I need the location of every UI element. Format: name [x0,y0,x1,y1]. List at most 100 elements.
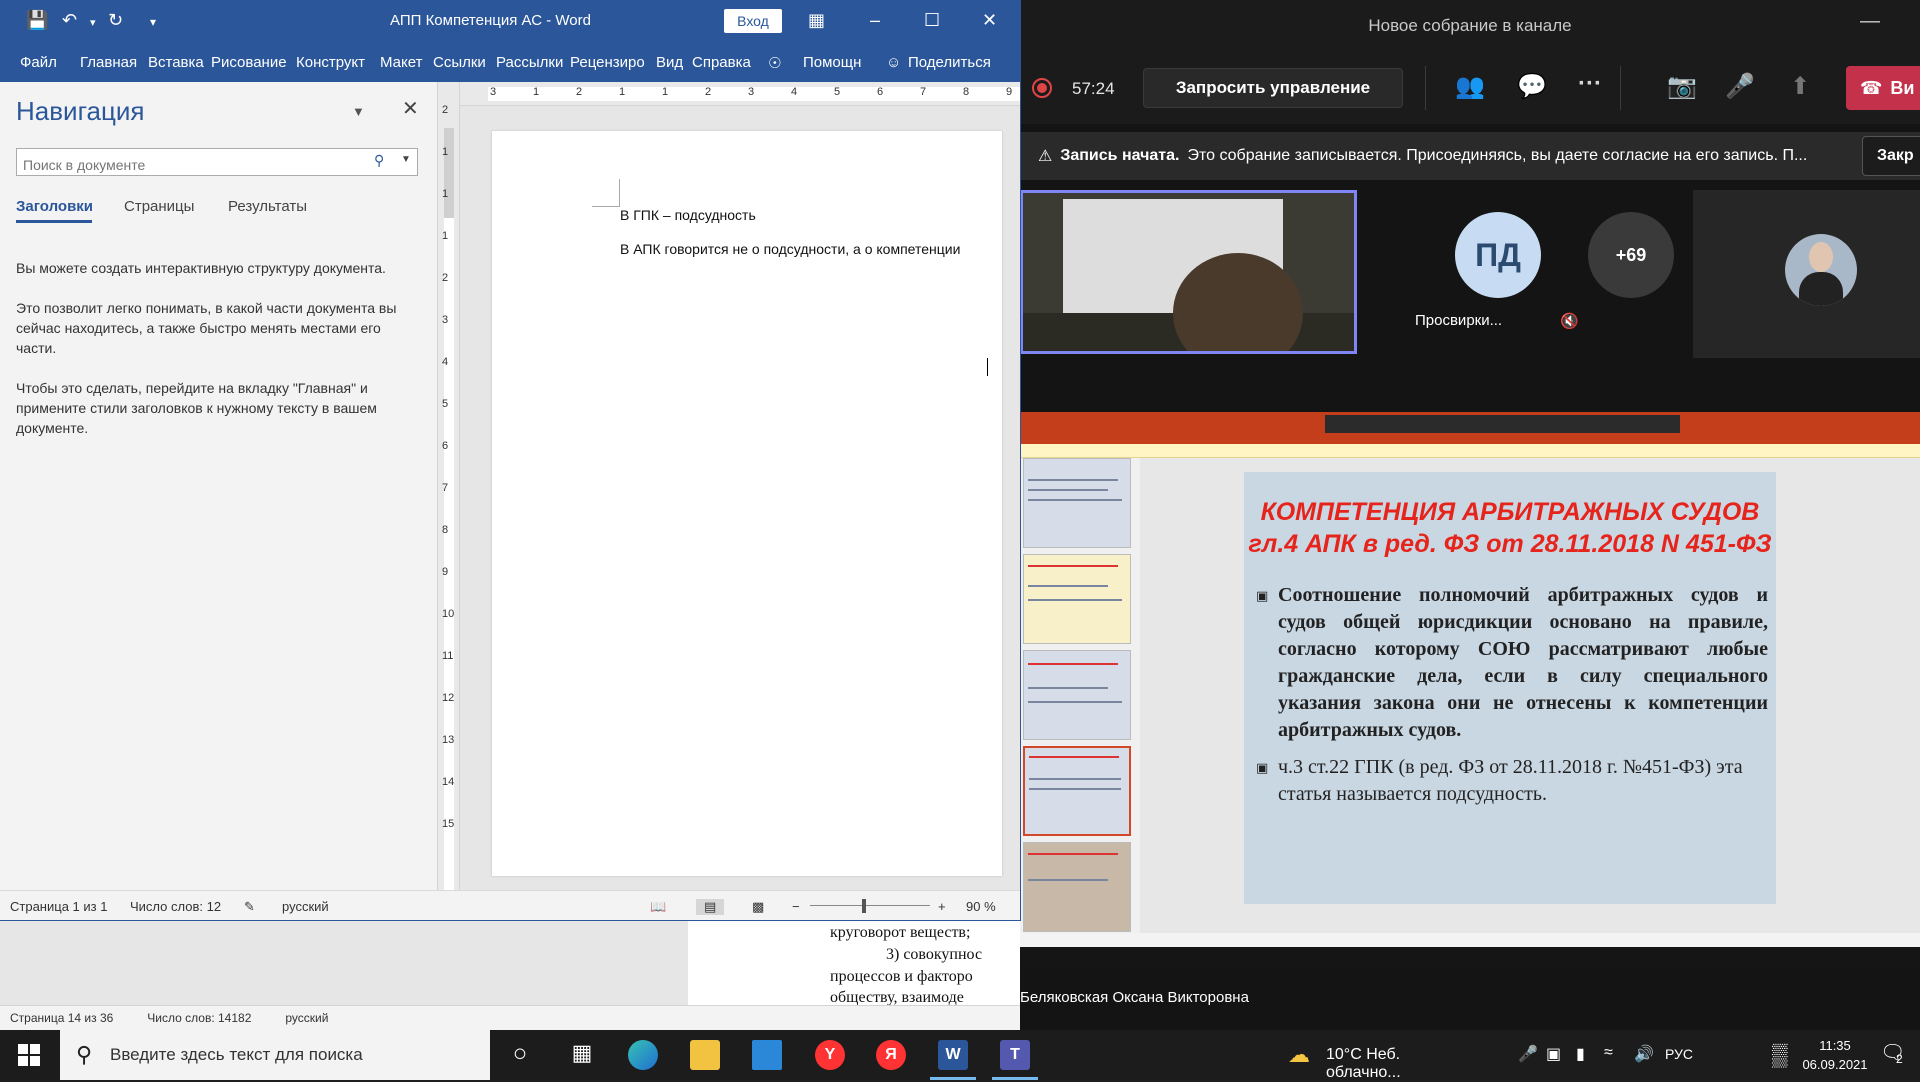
tab-headings[interactable]: Заголовки [16,198,93,215]
participant-video-tile[interactable] [1020,190,1357,354]
tab-insert[interactable]: Вставка [148,54,204,71]
tab-help[interactable]: Справка [692,54,751,71]
close-banner-button[interactable]: Закр [1862,136,1920,176]
ruler-tick-label: 1 [442,188,449,200]
meet-icon[interactable]: ▒ [1772,1042,1788,1068]
search-icon[interactable]: ⚲ [374,152,384,169]
ruler-tick-label: 2 [442,104,449,116]
request-control-button[interactable]: Запросить управление [1143,68,1403,108]
zoom-level[interactable]: 90 % [966,899,996,914]
ribbon-display-icon[interactable]: ▦ [808,10,825,31]
teams-title-bar: Новое собрание в канале — [1020,0,1920,52]
battery-icon[interactable]: ▮ [1576,1044,1585,1064]
zoom-in-icon[interactable]: + [938,899,946,914]
close-icon[interactable]: ✕ [982,10,997,31]
mail-icon[interactable] [752,1040,782,1070]
edge-icon[interactable] [628,1040,658,1070]
ruler-tick-label: 8 [442,524,449,536]
tab-review[interactable]: Рецензиро [570,54,645,71]
tab-pages[interactable]: Страницы [124,198,194,215]
signin-button[interactable]: Вход [724,9,782,33]
proofing-icon[interactable]: ✎ [244,899,255,915]
close-icon[interactable]: ✕ [402,96,419,121]
document-title: АПП Компетенция АС - Word [390,12,591,29]
more-participants-button[interactable]: +69 [1588,212,1674,298]
tab-layout[interactable]: Макет [380,54,422,71]
undo-icon[interactable]: ↶ [62,10,77,31]
customize-icon[interactable]: ▾ [150,15,156,29]
status-page[interactable]: Страница 1 из 1 [10,899,107,914]
tab-file[interactable]: Файл [20,54,57,71]
status-language[interactable]: русский [282,899,329,914]
taskbar-search[interactable]: ⚲ Введите здесь текст для поиска [60,1030,490,1080]
status-words[interactable]: Число слов: 12 [130,899,221,914]
windows-start-icon[interactable] [18,1044,40,1066]
yandex-browser-icon[interactable]: Y [815,1040,845,1070]
explorer-icon[interactable] [690,1040,720,1070]
minimize-icon[interactable]: — [1860,10,1880,33]
vertical-ruler: 2 1 1 1 2 3 4 5 6 7 8 9 10 11 12 13 14 15 [438,82,460,890]
leave-button[interactable]: ☎ Ви [1846,66,1920,110]
participant-tile[interactable]: ПД Просвирки... 🔇 +69 [1365,190,1685,358]
teams-icon[interactable]: T [992,1040,1038,1080]
redo-icon[interactable]: ↻ [108,10,123,31]
mic-off-icon[interactable]: 🎤 [1725,72,1755,101]
maximize-icon[interactable]: ☐ [924,10,940,31]
camera-off-icon[interactable]: 📷 [1667,72,1697,101]
print-layout-icon[interactable]: ▤ [696,899,725,915]
weather-text[interactable]: 10°C Неб. облачно... [1326,1046,1401,1082]
taskbar-clock[interactable]: 11:35 06.09.2021 [1800,1036,1870,1074]
document-line[interactable]: В ГПК – подсудность [620,207,756,223]
self-video-tile[interactable] [1693,190,1920,358]
share-icon[interactable]: ⬆ [1790,72,1810,101]
navigation-title: Навигация [16,96,145,126]
yandex-icon[interactable]: Я [876,1040,906,1070]
zoom-slider-thumb[interactable] [862,899,866,913]
word-icon[interactable]: W [930,1040,976,1080]
ruler-tick-label: 2 [442,272,449,284]
network-icon[interactable]: ≈ [1604,1044,1613,1062]
cortana-icon[interactable]: ○ [505,1040,535,1070]
recording-banner-title: Запись начата. [1060,147,1180,164]
taskbar-search-placeholder: Введите здесь текст для поиска [110,1045,363,1064]
input-language[interactable]: РУС [1665,1046,1693,1062]
share-button[interactable]: Поделиться [908,54,991,71]
vertical-scrollbar[interactable] [1004,106,1020,890]
horizontal-ruler: 3 1 2 1 1 2 3 4 5 6 7 8 9 [460,82,1020,106]
tab-home[interactable]: Главная [80,54,137,71]
bg-status-language: русский [285,1011,329,1025]
minimize-icon[interactable]: – [870,10,880,31]
document-page[interactable]: В ГПК – подсудность В АПК говорится не о… [492,131,1002,876]
task-view-icon[interactable]: ▦ [567,1040,597,1070]
zoom-slider[interactable] [810,905,930,906]
save-icon[interactable]: 💾 [26,10,48,31]
participants-icon[interactable]: 👥 [1455,72,1485,101]
weather-icon[interactable]: ☁ [1288,1042,1310,1068]
mic-icon[interactable]: 🎤 [1518,1044,1538,1064]
zoom-out-icon[interactable]: − [792,899,800,914]
chat-icon[interactable]: 💬 [1517,72,1547,101]
search-input[interactable] [16,148,418,176]
web-layout-icon[interactable]: ▩ [752,899,764,915]
shared-ppt-status-bar [1020,933,1920,947]
tab-design[interactable]: Конструкт [296,54,365,71]
tab-mailings[interactable]: Рассылки [496,54,563,71]
toolbar-divider [1620,66,1621,110]
ruler-tick-label: 6 [442,440,449,452]
tell-me-input[interactable]: Помощн [803,54,861,71]
more-icon[interactable]: ··· [1578,70,1602,98]
recording-banner-text[interactable]: Это собрание записывается. Присоединяясь… [1187,147,1807,165]
undo-dropdown-icon[interactable]: ▾ [90,16,96,29]
read-mode-icon[interactable]: 📖 [650,899,666,915]
tab-view[interactable]: Вид [656,54,683,71]
volume-icon[interactable]: 🔊 [1634,1044,1654,1064]
background-word-status-bar: Страница 14 из 36 Число слов: 14182 русс… [0,1005,1020,1030]
chevron-down-icon[interactable]: ▼ [401,154,411,165]
meet-now-icon[interactable]: ▣ [1546,1044,1561,1064]
tab-results[interactable]: Результаты [228,198,307,215]
chevron-down-icon[interactable]: ▼ [352,104,365,119]
tab-draw[interactable]: Рисование [211,54,287,71]
shared-screen: КОМПЕТЕНЦИЯ АРБИТРАЖНЫХ СУДОВ гл.4 АПК в… [1020,412,1920,969]
document-line[interactable]: В АПК говорится не о подсудности, а о ко… [620,241,960,257]
tab-references[interactable]: Ссылки [433,54,486,71]
